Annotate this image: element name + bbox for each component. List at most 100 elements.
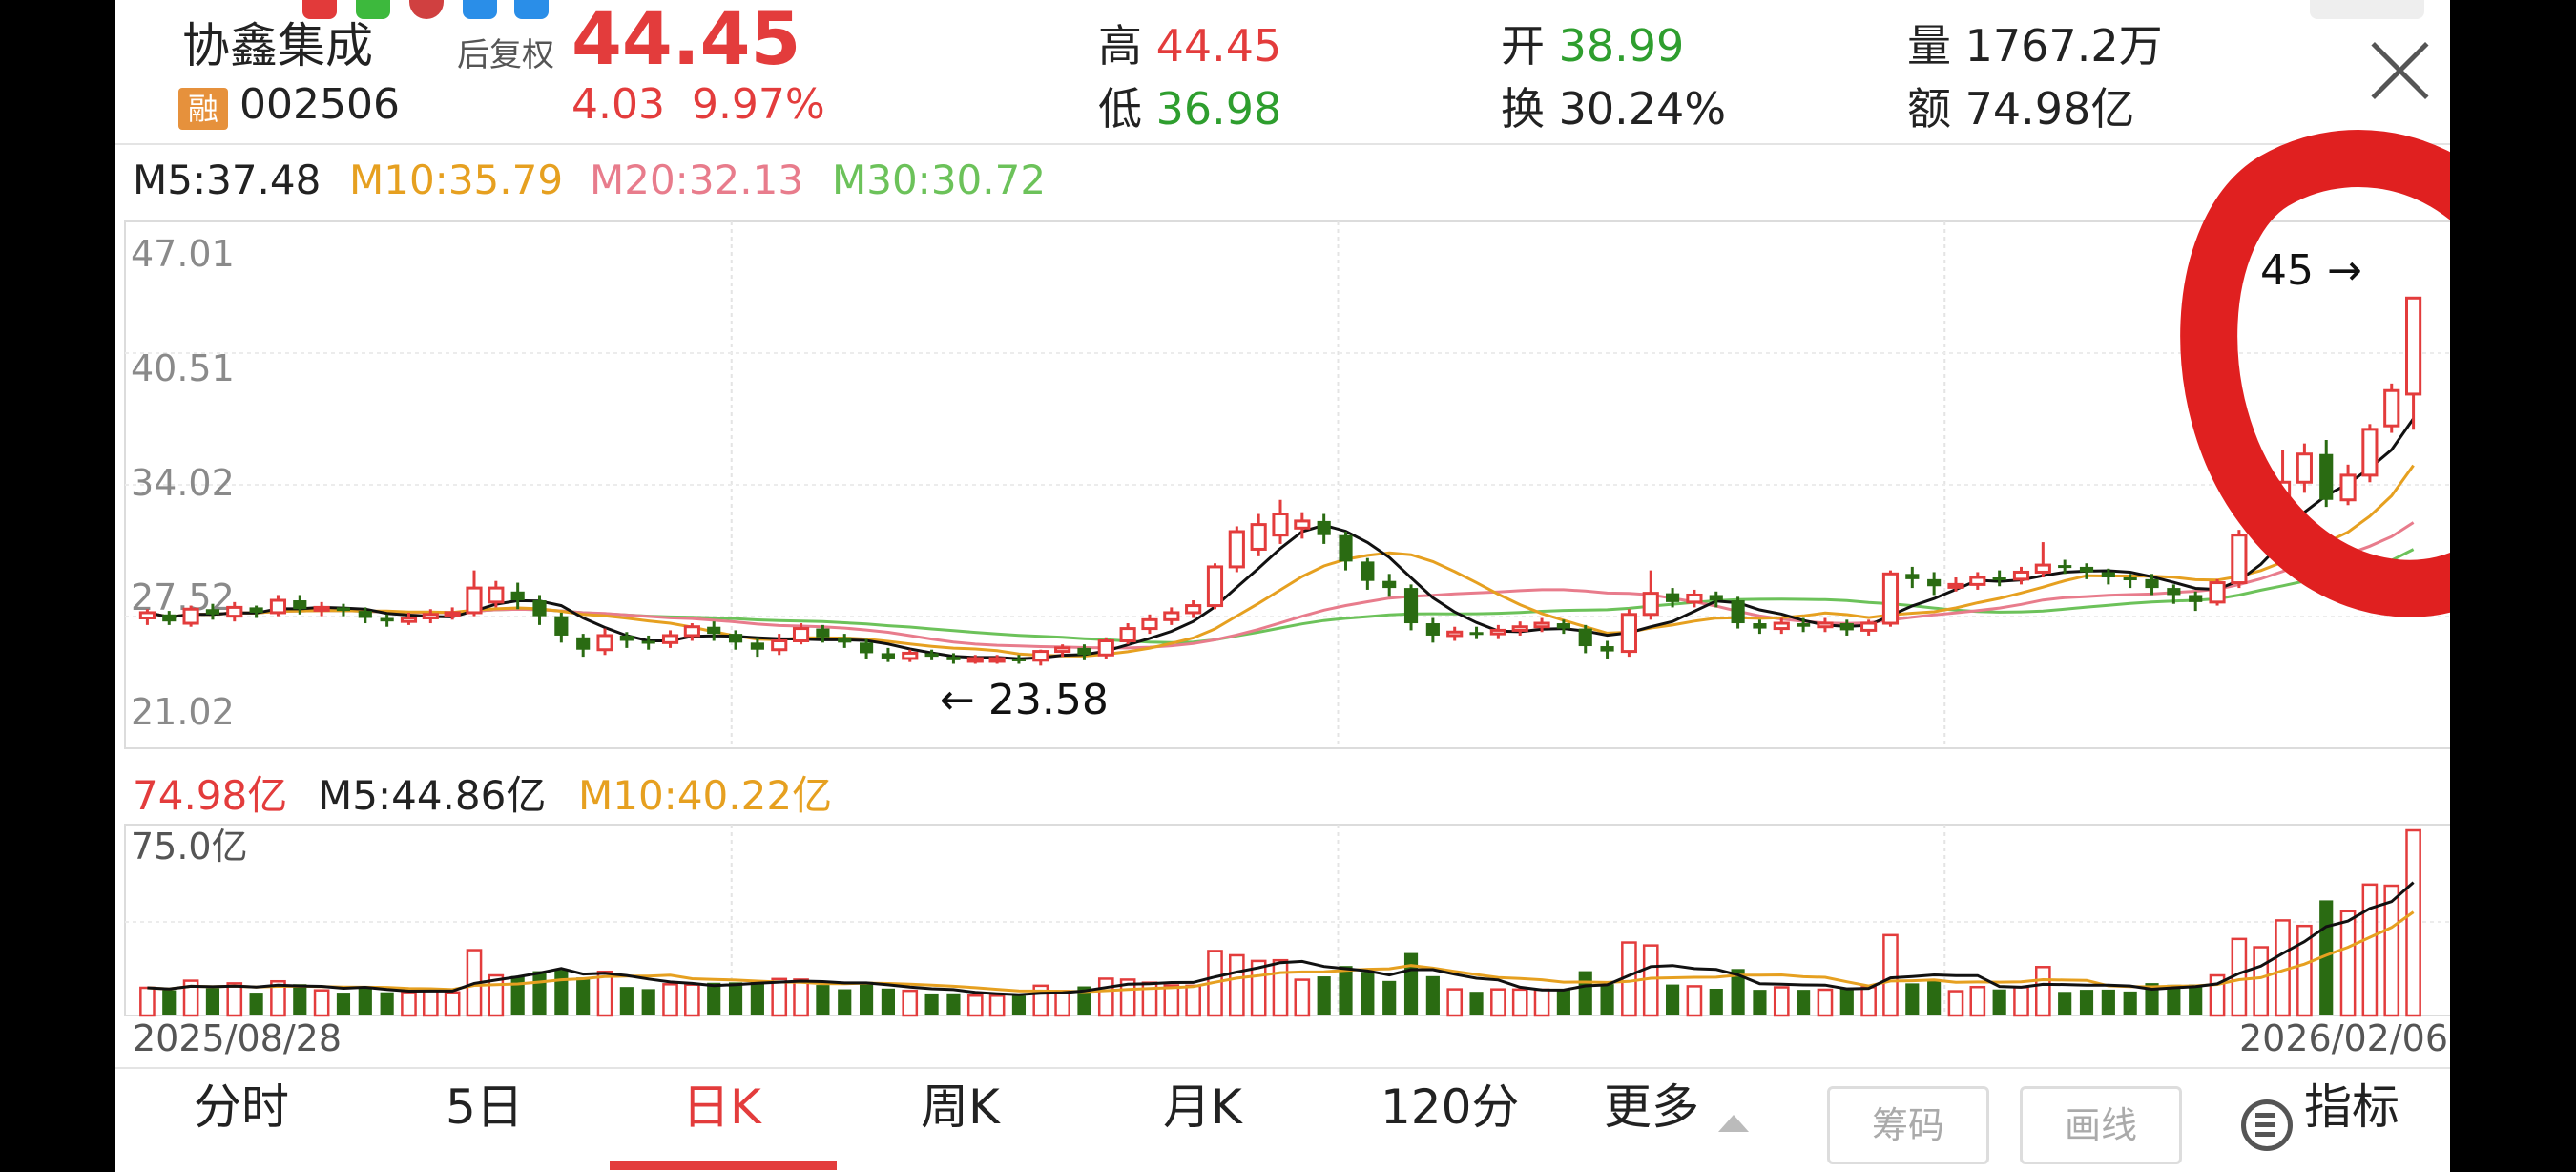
volume-bar-down xyxy=(1382,980,1397,1015)
volume-bar-up xyxy=(1947,990,1964,1017)
candle-up xyxy=(1228,530,1245,569)
date-end-label: 2026/02/06 xyxy=(2239,1017,2449,1059)
candle-up xyxy=(1097,638,1114,657)
tab-5day[interactable]: 5日 xyxy=(446,1069,524,1138)
tab-120min[interactable]: 120分 xyxy=(1381,1069,1519,1138)
candle-down xyxy=(1011,658,1027,661)
tab-daily-k[interactable]: 日K xyxy=(682,1069,761,1138)
candle-up xyxy=(1969,576,1986,586)
indicator-icon[interactable] xyxy=(2241,1099,2293,1151)
candle-up xyxy=(1185,604,1202,615)
candle-up xyxy=(2361,428,2379,477)
candle-up xyxy=(2339,473,2357,502)
volume-bar-up xyxy=(422,989,439,1017)
tab-more[interactable]: 更多 xyxy=(1604,1069,1699,1138)
y-tick-label: 40.51 xyxy=(131,347,235,389)
volume-bar-up xyxy=(662,983,678,1017)
candle-up xyxy=(400,616,418,623)
volume-bar-up xyxy=(2253,946,2270,1017)
candle-up xyxy=(313,605,330,612)
volume-bar-down xyxy=(1469,992,1484,1015)
volume-bar-down xyxy=(205,988,220,1015)
candle-up xyxy=(2383,388,2400,428)
volume-bar-down xyxy=(510,975,525,1015)
candle-up xyxy=(1511,625,1528,632)
candle-up xyxy=(2231,534,2248,585)
indicator-button[interactable]: 指标 xyxy=(2304,1069,2399,1138)
volume-bar-down xyxy=(619,987,634,1015)
candle-down xyxy=(576,637,591,650)
volume-bar-down xyxy=(380,992,394,1015)
candle-down xyxy=(1905,574,1920,579)
candle-down xyxy=(510,591,525,601)
candle-up xyxy=(792,627,810,642)
volume-bar-down xyxy=(1905,983,1920,1015)
kline-chart[interactable]: 47.0140.5134.0227.5221.0275.0亿 ← 23.5845… xyxy=(115,0,2450,1172)
volume-bar-up xyxy=(988,994,1006,1017)
volume-bar-down xyxy=(1361,972,1375,1015)
volume-bar-down xyxy=(2123,991,2137,1015)
tab-monthly-k[interactable]: 月K xyxy=(1163,1069,1242,1138)
tab-intraday[interactable]: 分时 xyxy=(194,1069,289,1138)
volume-bar-down xyxy=(1425,975,1440,1015)
candle-down xyxy=(1317,520,1331,535)
volume-bar-up xyxy=(1097,977,1114,1017)
candle-up xyxy=(771,638,788,652)
volume-bar-down xyxy=(1927,980,1942,1015)
volume-bar-down xyxy=(358,988,372,1015)
candle-up xyxy=(1054,646,1071,654)
volume-bar-down xyxy=(1666,984,1680,1015)
volume-bar-down xyxy=(1839,987,1854,1015)
candle-down xyxy=(532,600,547,617)
volume-bar-up xyxy=(1228,953,1245,1017)
candle-up xyxy=(1294,519,1311,530)
candle-down xyxy=(1425,623,1440,636)
candle-up xyxy=(1119,627,1136,642)
candle-down xyxy=(1666,593,1680,602)
volume-bar-up xyxy=(793,978,809,1017)
volume-bar-up xyxy=(313,989,330,1017)
candle-down xyxy=(1600,646,1614,652)
volume-bar-up xyxy=(2405,828,2421,1017)
candle-up xyxy=(1032,650,1049,662)
more-up-arrow-icon[interactable] xyxy=(1718,1115,1749,1132)
volume-bar-up xyxy=(2013,986,2029,1017)
candle-down xyxy=(816,628,830,638)
volume-bar-down xyxy=(2101,989,2115,1015)
candle-up xyxy=(661,634,679,644)
volume-bar-down xyxy=(249,993,263,1015)
candle-up xyxy=(1817,621,1834,629)
candle-down xyxy=(1839,623,1854,631)
candle-down xyxy=(380,617,394,622)
candle-up xyxy=(226,605,243,618)
candle-up xyxy=(269,598,287,615)
chips-button[interactable]: 筹码 xyxy=(1827,1086,1989,1164)
candle-up xyxy=(2209,581,2226,604)
draw-button[interactable]: 画线 xyxy=(2020,1086,2182,1164)
candle-down xyxy=(293,600,307,610)
y-tick-label: 34.02 xyxy=(131,462,235,504)
volume-bar-up xyxy=(1882,933,1899,1017)
volume-bar-down xyxy=(1403,952,1419,1015)
candle-down xyxy=(1753,623,1767,629)
candle-down xyxy=(707,626,721,635)
volume-bar-up xyxy=(902,989,919,1017)
candle-down xyxy=(1578,628,1592,647)
candle-up xyxy=(2405,296,2422,396)
candle-up xyxy=(422,613,439,619)
volume-bar-down xyxy=(816,985,830,1015)
volume-bar-up xyxy=(1686,985,1703,1017)
candle-up xyxy=(2296,452,2313,484)
candle-down xyxy=(924,653,939,658)
candle-up xyxy=(1489,628,1506,636)
candle-up xyxy=(1446,630,1464,638)
volume-bar-up xyxy=(1185,984,1201,1017)
volume-max-label: 75.0亿 xyxy=(131,826,248,868)
volume-bar-down xyxy=(554,970,569,1015)
candle-up xyxy=(1881,572,1900,625)
candle-up xyxy=(683,625,700,638)
candle-down xyxy=(750,642,764,650)
candle-down xyxy=(1709,595,1723,601)
candle-down xyxy=(554,616,569,636)
tab-weekly-k[interactable]: 周K xyxy=(921,1069,1000,1138)
